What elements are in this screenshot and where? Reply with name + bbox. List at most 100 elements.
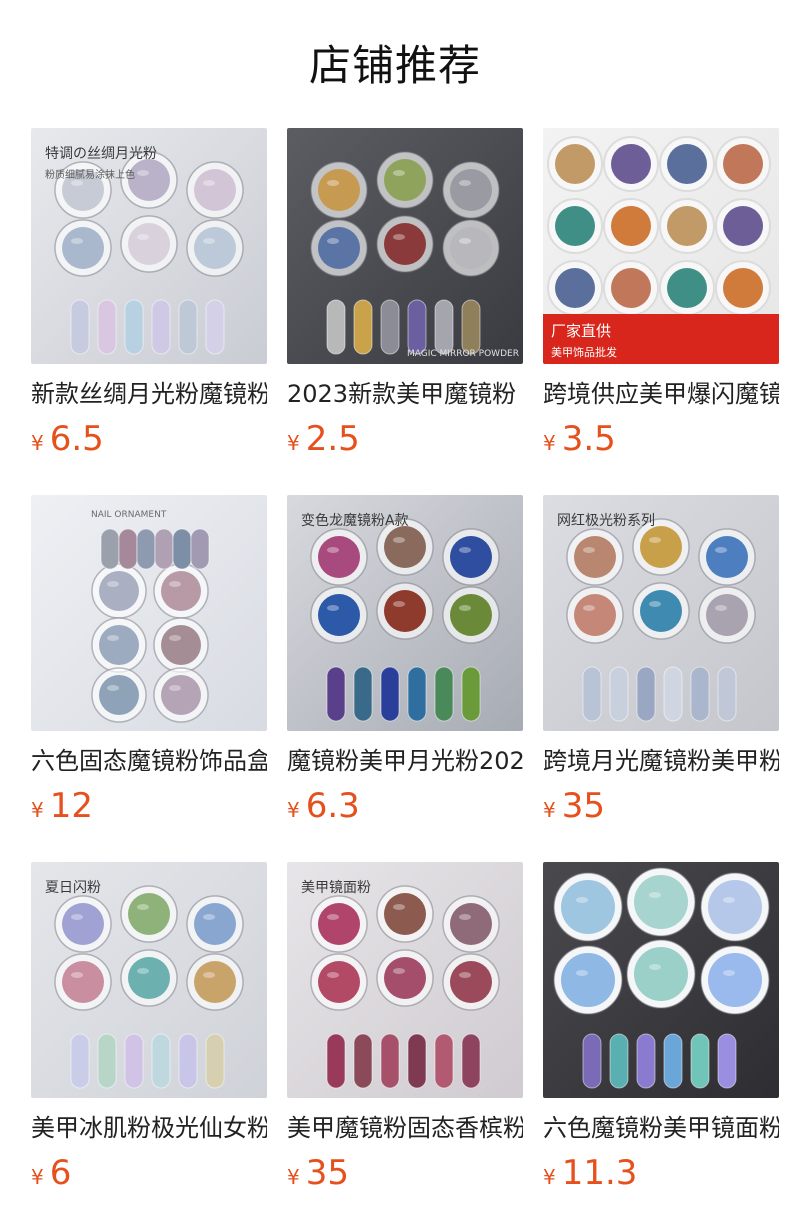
- price-amount: 35: [305, 1153, 349, 1193]
- nail-tip: [407, 299, 427, 355]
- product-name[interactable]: 2023新款美甲魔镜粉: [287, 378, 523, 410]
- powder-jar: [442, 219, 500, 277]
- powder-jar: [566, 586, 624, 644]
- product-card[interactable]: NAIL ORNAMENT 六色固态魔镜粉饰品盒 ¥12: [31, 495, 267, 832]
- product-image[interactable]: 特调の丝绸月光粉 粉质细腻易涂抹上色: [31, 128, 267, 364]
- product-price: ¥35: [543, 785, 779, 827]
- powder-jar: [698, 586, 756, 644]
- nail-tip: [136, 528, 156, 570]
- product-price: ¥3.5: [543, 418, 779, 460]
- powder-jar: [376, 949, 434, 1007]
- product-image-art: 变色龙魔镜粉A款: [287, 495, 523, 731]
- powder-jar: [626, 939, 696, 1009]
- product-price: ¥11.3: [543, 1152, 779, 1194]
- powder-jar: [310, 219, 368, 277]
- nail-tip: [461, 1033, 481, 1089]
- nail-tip: [353, 1033, 373, 1089]
- product-card[interactable]: MAGIC MIRROR POWDER 2023新款美甲魔镜粉 ¥2.5: [287, 128, 523, 465]
- product-card[interactable]: 厂家直供美甲饰品批发 跨境供应美甲爆闪魔镜粉 ¥3.5: [543, 128, 779, 465]
- nail-tip: [690, 1033, 710, 1089]
- nail-tip: [70, 299, 90, 355]
- product-card[interactable]: 特调の丝绸月光粉 粉质细腻易涂抹上色 新款丝绸月光粉魔镜粉 ¥6.5: [31, 128, 267, 465]
- powder-jar: [547, 260, 603, 316]
- currency-symbol: ¥: [31, 798, 44, 822]
- product-image-art: 网红极光粉系列: [543, 495, 779, 731]
- product-card[interactable]: 六色魔镜粉美甲镜面粉 ¥11.3: [543, 862, 779, 1199]
- product-price: ¥2.5: [287, 418, 523, 460]
- product-card[interactable]: 网红极光粉系列 跨境月光魔镜粉美甲粉 ¥35: [543, 495, 779, 832]
- product-grid: 特调の丝绸月光粉 粉质细腻易涂抹上色 新款丝绸月光粉魔镜粉 ¥6.5 MAGIC …: [31, 128, 779, 1199]
- powder-jar: [310, 895, 368, 953]
- price-amount: 12: [49, 786, 93, 826]
- powder-jar: [547, 136, 603, 192]
- image-overlay-title: 网红极光粉系列: [557, 513, 655, 529]
- powder-jar: [553, 945, 623, 1015]
- image-overlay-title: 变色龙魔镜粉A款: [301, 512, 409, 529]
- product-name[interactable]: 六色固态魔镜粉饰品盒: [31, 745, 267, 777]
- product-name[interactable]: 新款丝绸月光粉魔镜粉: [31, 378, 267, 410]
- product-card[interactable]: 美甲镜面粉 美甲魔镜粉固态香槟粉 ¥35: [287, 862, 523, 1199]
- nail-tip: [353, 666, 373, 722]
- product-image-art: 厂家直供美甲饰品批发: [543, 128, 779, 364]
- promo-banner-subtitle: 美甲饰品批发: [551, 345, 617, 359]
- product-name[interactable]: 美甲魔镜粉固态香槟粉: [287, 1112, 523, 1144]
- product-name[interactable]: 跨境月光魔镜粉美甲粉: [543, 745, 779, 777]
- nail-tip: [70, 1033, 90, 1089]
- nail-tip: [124, 1033, 144, 1089]
- currency-symbol: ¥: [287, 1165, 300, 1189]
- nail-tip: [151, 299, 171, 355]
- price-amount: 3.5: [561, 419, 616, 459]
- nail-tip: [97, 1033, 117, 1089]
- product-name[interactable]: 魔镜粉美甲月光粉2023: [287, 745, 523, 777]
- nail-tip: [97, 299, 117, 355]
- product-image[interactable]: 美甲镜面粉: [287, 862, 523, 1098]
- promo-banner-title: 厂家直供: [551, 322, 611, 340]
- product-image[interactable]: NAIL ORNAMENT: [31, 495, 267, 731]
- powder-jar: [186, 895, 244, 953]
- product-image[interactable]: 夏日闪粉: [31, 862, 267, 1098]
- price-amount: 6.5: [49, 419, 104, 459]
- nail-tip: [407, 666, 427, 722]
- powder-jar: [310, 161, 368, 219]
- nail-tip: [154, 528, 174, 570]
- nail-tip: [380, 1033, 400, 1089]
- product-image[interactable]: 网红极光粉系列: [543, 495, 779, 731]
- product-image[interactable]: MAGIC MIRROR POWDER: [287, 128, 523, 364]
- image-overlay-title: 特调の丝绸月光粉: [45, 146, 157, 162]
- powder-jar: [442, 895, 500, 953]
- nail-tip: [380, 666, 400, 722]
- product-image[interactable]: 厂家直供美甲饰品批发: [543, 128, 779, 364]
- price-amount: 6.3: [305, 786, 360, 826]
- product-image-art: 夏日闪粉: [31, 862, 267, 1098]
- nail-tip: [663, 666, 683, 722]
- powder-jar: [376, 885, 434, 943]
- nail-tip: [205, 1033, 225, 1089]
- product-image[interactable]: 变色龙魔镜粉A款: [287, 495, 523, 731]
- nail-tip: [434, 666, 454, 722]
- nail-tip: [461, 299, 481, 355]
- nail-tip: [461, 666, 481, 722]
- product-image-art: 美甲镜面粉: [287, 862, 523, 1098]
- nail-tip: [434, 299, 454, 355]
- nail-tip: [178, 1033, 198, 1089]
- powder-jar: [153, 563, 209, 619]
- product-price: ¥35: [287, 1152, 523, 1194]
- nail-tip: [636, 1033, 656, 1089]
- product-image[interactable]: [543, 862, 779, 1098]
- powder-jar: [715, 198, 771, 254]
- powder-jar: [626, 867, 696, 937]
- product-name[interactable]: 六色魔镜粉美甲镜面粉: [543, 1112, 779, 1144]
- currency-symbol: ¥: [31, 431, 44, 455]
- product-name[interactable]: 美甲冰肌粉极光仙女粉: [31, 1112, 267, 1144]
- product-name[interactable]: 跨境供应美甲爆闪魔镜粉: [543, 378, 779, 410]
- currency-symbol: ¥: [31, 1165, 44, 1189]
- product-image-art: NAIL ORNAMENT: [31, 495, 267, 731]
- price-amount: 6: [49, 1153, 72, 1193]
- nail-tip: [100, 528, 120, 570]
- price-amount: 11.3: [561, 1153, 638, 1193]
- powder-jar: [376, 151, 434, 209]
- nail-tip: [582, 666, 602, 722]
- product-card[interactable]: 变色龙魔镜粉A款 魔镜粉美甲月光粉2023 ¥6.3: [287, 495, 523, 832]
- price-amount: 2.5: [305, 419, 360, 459]
- product-card[interactable]: 夏日闪粉 美甲冰肌粉极光仙女粉 ¥6: [31, 862, 267, 1199]
